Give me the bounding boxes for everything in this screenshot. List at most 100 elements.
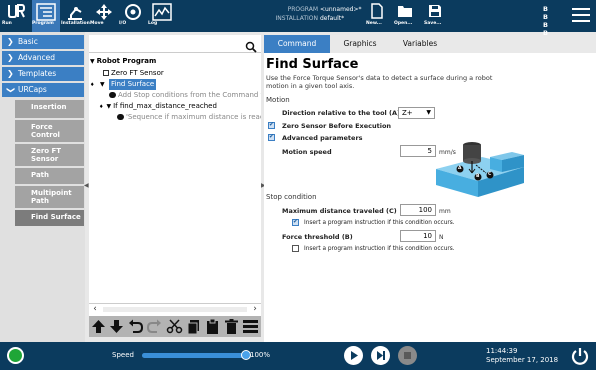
nav-item-basic[interactable]: ❯ Basic <box>2 35 84 49</box>
scroll-track[interactable] <box>103 307 247 312</box>
illus-label-a: A <box>458 166 462 171</box>
tree-node-sequence-comment[interactable]: 'Sequence if maximum distance is reached… <box>117 112 261 123</box>
hamburger-menu-icon[interactable] <box>572 8 590 22</box>
installation-label: Installation <box>61 21 90 26</box>
insert-instruction-distance-label: Insert a program instruction if this con… <box>304 220 455 226</box>
delete-button[interactable] <box>223 318 240 335</box>
max-distance-input[interactable]: 100 <box>400 204 436 216</box>
run-button[interactable]: Run <box>2 0 30 32</box>
io-icon <box>119 0 147 21</box>
undo-icon <box>129 319 144 333</box>
nav-item-label: Advanced <box>18 53 56 62</box>
top-bar: Run Program Installation Move I/O Log PR… <box>0 0 596 37</box>
program-name: <unnamed>* <box>320 6 362 13</box>
tree-node-add-stop[interactable]: Add Stop conditions from the Command tab <box>109 90 261 101</box>
dropdown-arrow-icon: ▼ <box>426 109 431 116</box>
max-distance-label: Maximum distance traveled (C) <box>282 207 397 215</box>
nav-sub-multipoint-path[interactable]: Multipoint Path <box>15 186 84 208</box>
stop-button[interactable] <box>398 346 417 365</box>
tree-node-find-surface-toggle[interactable]: ▼ <box>100 79 107 90</box>
clock: 11:44:39 September 17, 2018 <box>486 347 570 365</box>
insert-instruction-distance-checkbox[interactable] <box>292 218 299 226</box>
illus-label-c: C <box>488 172 492 177</box>
redo-button[interactable] <box>146 318 163 335</box>
tree-node-find-surface[interactable]: Find Surface <box>109 79 157 90</box>
redo-icon <box>146 319 161 333</box>
nav-item-advanced[interactable]: ❯ Advanced <box>2 51 84 65</box>
nav-sub-path[interactable]: Path <box>15 168 84 184</box>
speed-value: 100% <box>250 351 271 359</box>
zero-sensor-checkbox[interactable] <box>268 121 275 129</box>
installation-button[interactable]: Installation <box>61 0 90 32</box>
tree-node-label: Zero FT Sensor <box>111 69 164 77</box>
step-button[interactable] <box>371 346 390 365</box>
insert-instruction-force-checkbox[interactable] <box>292 245 299 252</box>
collapse-triangle-icon[interactable]: ▼ <box>106 103 111 110</box>
open-folder-icon <box>394 0 416 21</box>
nav-sub-label: Zero FT Sensor <box>31 147 62 163</box>
scroll-right-icon[interactable]: › <box>249 304 261 315</box>
copy-button[interactable] <box>185 318 202 335</box>
nav-sub-insertion[interactable]: Insertion <box>15 100 84 118</box>
program-tree-panel: ▼ Robot Program Zero FT Sensor ♦ ▼ Find S… <box>89 35 261 337</box>
nav-sub-label: Force Control <box>31 123 60 139</box>
node-box-icon <box>103 70 109 76</box>
play-button[interactable] <box>344 346 363 365</box>
io-button[interactable]: I/O <box>119 0 147 32</box>
speed-slider[interactable] <box>142 353 246 358</box>
scroll-left-icon[interactable]: ‹ <box>89 304 101 315</box>
paste-icon <box>207 318 218 334</box>
nav-sub-force-control[interactable]: Force Control <box>15 120 84 142</box>
nav-item-label: URCaps <box>18 85 47 94</box>
tree-node-label: Add Stop conditions from the Command tab <box>118 91 261 99</box>
move-icon <box>90 0 118 21</box>
tab-variables[interactable]: Variables <box>390 35 450 53</box>
nav-item-urcaps[interactable]: ❯ URCaps <box>2 83 84 97</box>
nav-item-templates[interactable]: ❯ Templates <box>2 67 84 81</box>
tree-node-robot-program[interactable]: ▼ Robot Program <box>90 56 156 67</box>
move-down-button[interactable] <box>108 318 125 335</box>
open-button[interactable]: Open... <box>394 0 416 32</box>
direction-label: Direction relative to the tool (A) <box>282 109 400 117</box>
tree-node-label: Find Surface <box>111 80 155 88</box>
new-button[interactable]: New... <box>366 0 388 32</box>
nav-sub-find-surface[interactable]: Find Surface <box>15 210 84 226</box>
collapse-triangle-icon[interactable]: ▼ <box>100 81 105 88</box>
undo-button[interactable] <box>127 318 144 335</box>
robot-status-icon[interactable] <box>7 347 24 364</box>
command-content: Find Surface Use the Force Torque Sensor… <box>264 53 596 342</box>
force-threshold-input[interactable]: 10 <box>400 230 436 242</box>
force-threshold-label: Force threshold (B) <box>282 233 353 241</box>
move-button[interactable]: Move <box>90 0 118 32</box>
max-distance-unit: mm <box>439 208 451 215</box>
program-button[interactable]: Program <box>32 0 60 32</box>
zero-sensor-label: Zero Sensor Before Execution <box>282 122 392 130</box>
tree-node-zero-ft-sensor[interactable]: Zero FT Sensor <box>103 68 164 79</box>
nav-sub-label: Find Surface <box>31 213 81 221</box>
tab-bar: Command Graphics Variables <box>264 35 596 53</box>
advanced-params-checkbox[interactable] <box>268 133 275 141</box>
suppress-button[interactable] <box>242 318 259 335</box>
nav-sub-zero-ft-sensor[interactable]: Zero FT Sensor <box>15 144 84 166</box>
step-icon <box>377 351 385 360</box>
tree-hscrollbar[interactable]: ‹ › <box>89 303 261 315</box>
tab-graphics[interactable]: Graphics <box>330 35 390 53</box>
paste-button[interactable] <box>204 318 221 335</box>
bb-indicator: B B B B <box>543 5 555 37</box>
installation-name: default* <box>320 15 345 22</box>
tree-search[interactable] <box>89 37 261 53</box>
power-button[interactable] <box>570 346 590 366</box>
direction-select[interactable]: Z+ ▼ <box>398 107 435 119</box>
advanced-params-label: Advanced parameters <box>282 134 363 142</box>
cut-button[interactable] <box>166 318 183 335</box>
play-icon <box>351 351 358 360</box>
save-button[interactable]: Save... <box>424 0 446 32</box>
collapse-triangle-icon[interactable]: ▼ <box>90 58 95 65</box>
log-button[interactable]: Log <box>148 0 176 32</box>
tab-command[interactable]: Command <box>264 35 330 53</box>
move-up-button[interactable] <box>90 318 107 335</box>
insert-instruction-force-label: Insert a program instruction if this con… <box>304 246 455 252</box>
breakpoint-icon: ♦ <box>99 104 104 110</box>
tree-node-if[interactable]: ♦ ▼ If find_max_distance_reached <box>99 101 217 112</box>
new-label: New... <box>366 21 382 26</box>
